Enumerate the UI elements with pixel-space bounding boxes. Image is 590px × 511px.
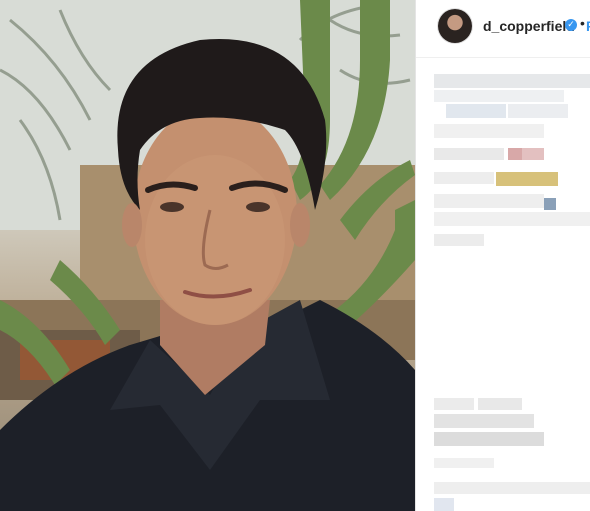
post-header: d_copperfield ✓ • Follow [416, 0, 590, 58]
post-side-panel: d_copperfield ✓ • Follow [416, 0, 590, 511]
verified-badge-icon: ✓ [565, 19, 577, 31]
avatar[interactable] [438, 9, 472, 43]
header-separator: • [580, 15, 585, 31]
media-frame-illustration [0, 0, 415, 511]
follow-button[interactable]: Follow [586, 18, 590, 34]
author-username[interactable]: d_copperfield [483, 18, 575, 34]
post-media-video[interactable] [0, 0, 415, 511]
instagram-post: d_copperfield ✓ • Follow [0, 0, 590, 511]
header-divider [416, 57, 590, 58]
